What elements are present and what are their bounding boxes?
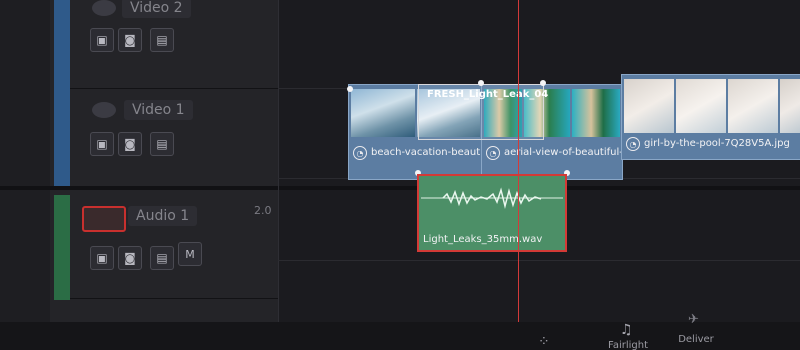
lock-track-icon[interactable]: ▣ (90, 246, 114, 270)
audio-track-color-stripe (54, 195, 70, 300)
video-audio-divider[interactable] (0, 186, 800, 190)
color-page-icon[interactable]: ⁘ (538, 334, 550, 350)
deliver-page-icon[interactable]: ✈ (688, 312, 699, 327)
track-volume-value: 2.0 (254, 204, 272, 217)
clip-name: aerial-view-of-beautiful-hotel-in-... (504, 147, 622, 158)
clip-thumbnail (572, 89, 620, 137)
audio-clip[interactable]: Light_Leaks_35mm.wav (417, 174, 567, 252)
solo-track-icon[interactable]: ▤ (150, 246, 174, 270)
track-name-video1[interactable]: Video 1 (124, 100, 193, 120)
playhead[interactable] (518, 0, 519, 322)
track-name-audio1[interactable]: Audio 1 (128, 206, 198, 226)
lock-track-icon[interactable]: ▣ (90, 132, 114, 156)
record-arm-icon[interactable] (82, 206, 126, 232)
enable-track-icon[interactable]: ◙ (118, 28, 142, 52)
mute-track-button[interactable]: M (178, 242, 202, 266)
track-separator (70, 88, 278, 89)
clip-thumbnail (676, 79, 726, 133)
trim-handle[interactable] (540, 80, 546, 86)
audio-clip-name: Light_Leaks_35mm.wav (423, 234, 543, 245)
track-separator (70, 298, 278, 299)
trim-handle[interactable] (347, 86, 353, 92)
auto-select-icon[interactable]: ▤ (150, 132, 174, 156)
tab-deliver[interactable]: Deliver (676, 334, 716, 345)
header-timeline-border (278, 0, 279, 322)
track-name-video2[interactable]: Video 2 (122, 0, 191, 18)
clip-type-icon: ◔ (486, 146, 500, 160)
lock-track-icon[interactable]: ▣ (90, 28, 114, 52)
panel-gutter (0, 0, 50, 322)
overlay-clip[interactable]: FRESH_Light_Leak_04 (418, 84, 548, 140)
audio-waveform (421, 187, 563, 209)
enable-track-icon[interactable]: ◙ (118, 246, 142, 270)
lane-guide (278, 260, 800, 261)
fairlight-page-icon[interactable]: ♫ (620, 322, 633, 338)
clip-type-icon: ◔ (626, 137, 640, 151)
clip-type-icon: ◔ (353, 146, 367, 160)
enable-track-icon[interactable]: ◙ (118, 132, 142, 156)
track-visibility-icon[interactable] (92, 0, 116, 16)
clip-thumbnail (780, 79, 800, 133)
clip-thumbnail (624, 79, 674, 133)
clip-name: beach-vacation-beautiful-... (371, 147, 483, 158)
video-clip[interactable]: ◔ girl-by-the-pool-7Q28V5A.jpg (621, 74, 800, 160)
video-track-color-stripe (54, 0, 70, 186)
auto-select-icon[interactable]: ▤ (150, 28, 174, 52)
track-visibility-icon[interactable] (92, 102, 116, 118)
clip-thumbnail (728, 79, 778, 133)
clip-thumbnail (351, 89, 415, 137)
tab-fairlight[interactable]: Fairlight (608, 340, 648, 350)
overlay-clip-name: FRESH_Light_Leak_04 (427, 89, 549, 100)
clip-name: girl-by-the-pool-7Q28V5A.jpg (644, 138, 790, 149)
trim-handle[interactable] (478, 80, 484, 86)
